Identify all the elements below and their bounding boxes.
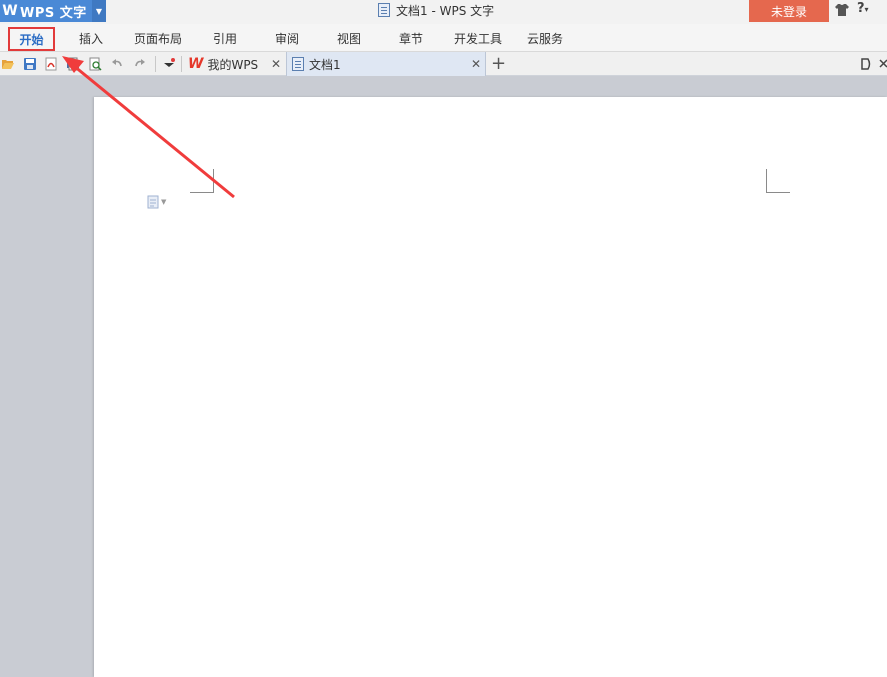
export-pdf-icon[interactable] bbox=[44, 57, 58, 71]
close-icon[interactable]: ✕ bbox=[471, 57, 481, 71]
redo-icon[interactable] bbox=[133, 57, 147, 71]
print-icon[interactable] bbox=[66, 57, 80, 71]
open-folder-icon[interactable] bbox=[1, 57, 15, 71]
close-icon[interactable] bbox=[877, 57, 887, 71]
document-icon bbox=[378, 3, 390, 17]
margin-corner-marker bbox=[766, 169, 790, 193]
chevron-down-icon: ▼ bbox=[161, 198, 167, 206]
tab-references[interactable]: 引用 bbox=[213, 30, 237, 47]
doc-tab-label: 我的WPS bbox=[207, 57, 259, 72]
print-preview-icon[interactable] bbox=[88, 57, 102, 71]
doc-tab-label: 文档1 bbox=[309, 57, 341, 72]
undo-icon[interactable] bbox=[110, 57, 124, 71]
login-button[interactable]: 未登录 bbox=[749, 0, 829, 22]
doc-tab-document1[interactable]: 文档1 ✕ bbox=[286, 52, 486, 76]
tab-review[interactable]: 审阅 bbox=[275, 30, 299, 47]
close-icon[interactable]: ✕ bbox=[271, 57, 281, 71]
save-icon[interactable] bbox=[23, 57, 37, 71]
document-canvas: ▼ bbox=[0, 77, 887, 677]
tab-developer[interactable]: 开发工具 bbox=[454, 30, 502, 47]
wps-logo-icon: W bbox=[2, 3, 18, 19]
toolbar-divider bbox=[155, 56, 156, 72]
paragraph-layout-button[interactable]: ▼ bbox=[147, 195, 166, 209]
document-page[interactable]: ▼ bbox=[94, 97, 887, 677]
tab-view[interactable]: 视图 bbox=[337, 30, 361, 47]
wps-w-icon: W bbox=[188, 56, 204, 72]
app-name: WPS 文字 bbox=[20, 5, 87, 21]
customize-dropdown-icon[interactable] bbox=[162, 57, 176, 71]
title-bar: W WPS 文字 ▼ 文档1 - WPS 文字 未登录 ?▾ bbox=[0, 0, 887, 24]
margin-corner-marker bbox=[190, 169, 214, 193]
doc-tab-my-wps[interactable]: W 我的WPS ✕ bbox=[185, 52, 285, 76]
help-button[interactable]: ?▾ bbox=[857, 1, 869, 16]
window-title: 文档1 - WPS 文字 bbox=[378, 0, 494, 20]
chevron-down-icon: ▾ bbox=[864, 5, 869, 14]
tab-cloud-services[interactable]: 云服务 bbox=[527, 30, 563, 47]
skin-shirt-icon[interactable] bbox=[834, 3, 850, 17]
chevron-down-icon[interactable]: ▼ bbox=[92, 0, 106, 22]
toolbar-divider bbox=[181, 56, 182, 72]
tab-insert[interactable]: 插入 bbox=[79, 30, 103, 47]
paragraph-icon bbox=[147, 195, 159, 209]
app-menu-button[interactable]: W WPS 文字 ▼ bbox=[0, 0, 106, 22]
quick-access-toolbar: W 我的WPS ✕ 文档1 ✕ + bbox=[0, 52, 887, 76]
ribbon-tabs: 开始 插入 页面布局 引用 审阅 视图 章节 开发工具 云服务 bbox=[0, 24, 887, 52]
help-icon: ? bbox=[857, 1, 865, 16]
sidebar-toggle-icon[interactable] bbox=[859, 57, 873, 71]
tab-sections[interactable]: 章节 bbox=[399, 30, 423, 47]
tab-start[interactable]: 开始 bbox=[8, 27, 55, 51]
tab-page-layout[interactable]: 页面布局 bbox=[134, 30, 182, 47]
new-tab-icon[interactable]: + bbox=[491, 53, 506, 74]
window-title-text: 文档1 - WPS 文字 bbox=[396, 3, 495, 18]
document-icon bbox=[292, 57, 304, 71]
